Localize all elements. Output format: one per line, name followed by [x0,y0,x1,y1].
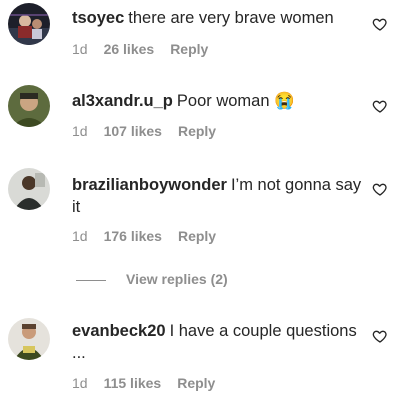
view-replies-divider [76,280,106,281]
comment-time: 1d [72,375,88,391]
comment-body: Poor woman [176,92,270,110]
comment-username[interactable]: al3xandr.u_p [72,92,173,110]
view-replies-button[interactable]: View replies (2) [0,270,402,290]
avatar[interactable] [8,168,50,210]
reply-button[interactable]: Reply [170,41,208,57]
avatar[interactable] [8,3,50,45]
comment-text: brazilianboywonder I’m not gonna say it [72,174,362,218]
avatar-image [8,168,50,210]
reply-button[interactable]: Reply [178,228,216,244]
comment-body: there are very brave women [128,9,334,27]
like-heart-icon[interactable] [372,181,388,197]
crying-emoji: 😭 [274,92,295,110]
comment-likes[interactable]: 176 likes [104,228,162,244]
comment-meta: 1d 107 likes Reply [72,123,216,139]
comment-meta: 1d 176 likes Reply [72,228,216,244]
like-heart-icon[interactable] [372,98,388,114]
comment-username[interactable]: tsoyec [72,9,124,27]
view-replies-label[interactable]: View replies (2) [126,271,228,287]
comment-time: 1d [72,123,88,139]
reply-button[interactable]: Reply [177,375,215,391]
reply-button[interactable]: Reply [178,123,216,139]
avatar[interactable] [8,318,50,360]
comment-text: al3xandr.u_p Poor woman 😭 [72,90,362,112]
comment-text: evanbeck20 I have a couple questions ... [72,320,362,364]
like-heart-icon[interactable] [372,16,388,32]
avatar[interactable] [8,85,50,127]
comment-likes[interactable]: 115 likes [104,375,162,391]
comment-username[interactable]: evanbeck20 [72,322,166,340]
comment-meta: 1d 115 likes Reply [72,375,215,391]
comment-meta: 1d 26 likes Reply [72,41,208,57]
avatar-image [8,318,50,360]
comment-likes[interactable]: 26 likes [104,41,155,57]
comment-time: 1d [72,228,88,244]
comment-username[interactable]: brazilianboywonder [72,176,227,194]
comment-time: 1d [72,41,88,57]
like-heart-icon[interactable] [372,328,388,344]
comment-likes[interactable]: 107 likes [104,123,162,139]
comment-text: tsoyec there are very brave women [72,7,362,29]
avatar-image [8,85,50,127]
avatar-image [8,3,50,45]
